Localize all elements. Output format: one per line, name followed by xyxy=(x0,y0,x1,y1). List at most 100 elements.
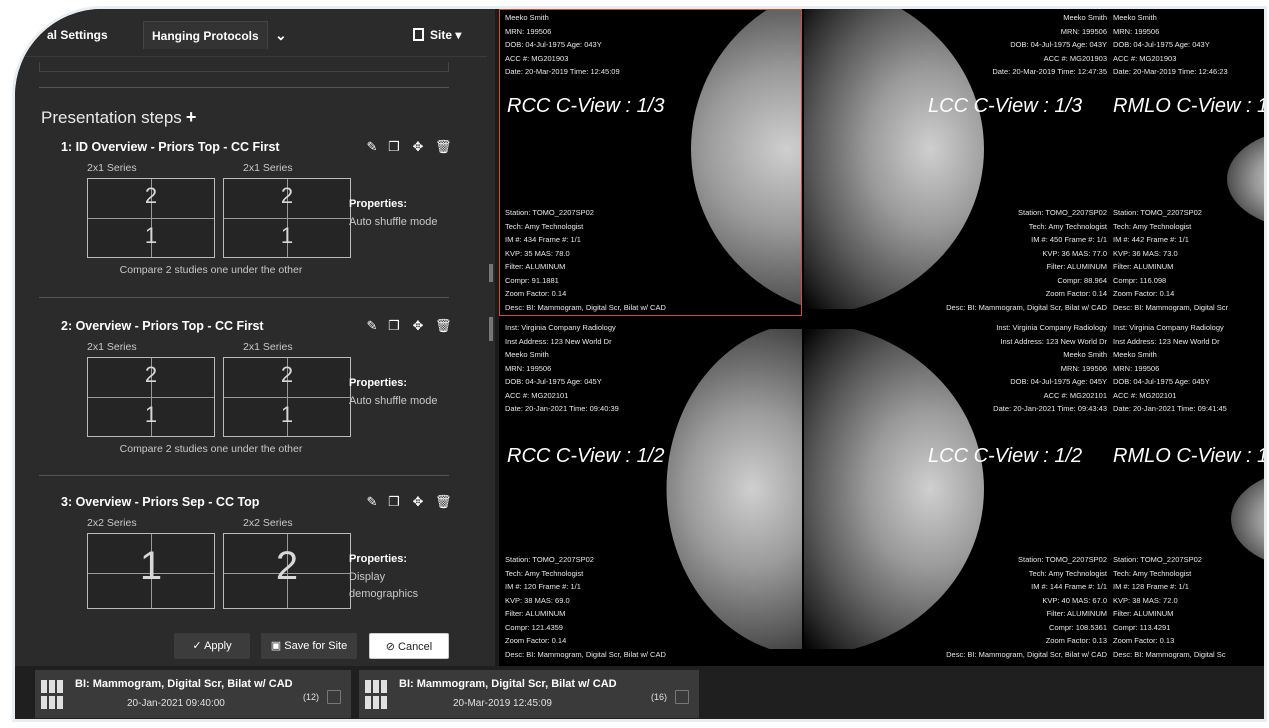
presentation-steps-title: Presentation steps xyxy=(41,108,182,127)
series-label: 2x2 Series xyxy=(243,517,293,529)
tab-general-settings[interactable]: al Settings xyxy=(39,21,116,49)
series-label: 2x1 Series xyxy=(87,341,137,353)
tab-hanging-protocols[interactable]: Hanging Protocols xyxy=(143,21,268,49)
presentation-step-1: 1: ID Overview - Priors Top - CC First ✎… xyxy=(61,140,453,290)
step-title: 1: ID Overview - Priors Top - CC First xyxy=(61,140,280,154)
image-count: (12) xyxy=(303,692,320,702)
viewport-rmlo-prior[interactable]: Meeko Smith MRN: 199506 DOB: 04-Jul-1975… xyxy=(1107,9,1267,317)
study-index: 2 xyxy=(280,183,294,208)
step-tools: ✎ ❐ ✥ 🗑 xyxy=(353,140,453,156)
layout-thumbnail[interactable]: 2 1 xyxy=(87,178,215,258)
save-icon: ▣ xyxy=(270,640,285,652)
study-card[interactable]: BI: Mammogram, Digital Scr, Bilat w/ CAD… xyxy=(359,670,699,718)
study-index: 1 xyxy=(144,223,158,248)
tab-content-frame xyxy=(39,62,449,72)
copy-icon[interactable]: ❐ xyxy=(387,140,401,154)
properties-text: Auto shuffle mode xyxy=(349,216,438,228)
copy-icon[interactable]: ❐ xyxy=(387,319,401,333)
selected-viewport-border xyxy=(499,9,802,316)
overlay-footer: Station: TOMO_2207SP02 Tech: Amy Technol… xyxy=(946,208,1107,312)
copy-icon[interactable]: ❐ xyxy=(387,495,401,509)
trash-icon[interactable]: 🗑 xyxy=(435,319,452,333)
layout-grid-icon xyxy=(365,680,391,710)
presentation-steps-heading: Presentation steps + xyxy=(41,107,196,128)
overlay-footer: Station: TOMO_2207SP02 Tech: Amy Technol… xyxy=(1113,208,1229,312)
scrollbar-thumb[interactable] xyxy=(489,264,493,282)
study-index: 2 xyxy=(144,183,158,208)
viewport-rmlo-current[interactable]: Inst: Virginia Company Radiology Inst Ad… xyxy=(1107,319,1267,666)
edit-icon[interactable]: ✎ xyxy=(365,495,379,509)
study-description: BI: Mammogram, Digital Scr, Bilat w/ CAD xyxy=(75,678,293,690)
edit-icon[interactable]: ✎ xyxy=(365,319,379,333)
save-icon[interactable] xyxy=(675,690,689,704)
view-title: RMLO C-View : 1 xyxy=(1113,95,1267,117)
layout-thumbnail[interactable]: 2 1 xyxy=(223,357,351,437)
splitter-handle[interactable] xyxy=(489,317,493,341)
step-title: 3: Overview - Priors Sep - CC Top xyxy=(61,495,260,509)
viewport-rcc-current[interactable]: Inst: Virginia Company Radiology Inst Ad… xyxy=(499,319,802,666)
layout-thumbnail[interactable]: 2 xyxy=(223,533,351,609)
series-label: 2x1 Series xyxy=(87,162,137,174)
move-icon[interactable]: ✥ xyxy=(411,319,425,333)
series-label: 2x1 Series xyxy=(243,341,293,353)
layout-thumbnail[interactable]: 2 1 xyxy=(223,178,351,258)
add-step-icon[interactable]: + xyxy=(186,107,197,127)
divider xyxy=(39,87,449,88)
screen-frame: al Settings Hanging Protocols ⌄ Site ▾ P… xyxy=(0,0,1269,728)
action-bar: ✓ Apply ▣ Save for Site ⊘ Cancel xyxy=(15,625,487,665)
building-icon xyxy=(413,28,424,41)
study-description: BI: Mammogram, Digital Scr, Bilat w/ CAD xyxy=(399,678,617,690)
presentation-step-2: 2: Overview - Priors Top - CC First ✎ ❐ … xyxy=(61,319,452,469)
chevron-down-icon[interactable]: ⌄ xyxy=(267,21,295,49)
study-index: 2 xyxy=(280,362,294,387)
presentation-step-3: 3: Overview - Priors Sep - CC Top ✎ ❐ ✥ … xyxy=(61,495,453,619)
study-index: 1 xyxy=(139,544,163,588)
overlay-header: Inst: Virginia Company Radiology Inst Ad… xyxy=(505,323,619,413)
edit-icon[interactable]: ✎ xyxy=(365,140,379,154)
series-label: 2x2 Series xyxy=(87,517,137,529)
overlay-header: Meeko Smith MRN: 199506 DOB: 04-Jul-1975… xyxy=(992,13,1107,76)
view-title: RMLO C-View : 1 xyxy=(1113,445,1267,467)
study-index: 1 xyxy=(280,402,294,427)
overlay-footer: Station: TOMO_2207SP02 Tech: Amy Technol… xyxy=(1113,555,1226,659)
save-for-site-label: Save for Site xyxy=(284,640,348,652)
layout-thumbnail[interactable]: 1 xyxy=(87,533,215,609)
image-viewer: Meeko Smith MRN: 199506 DOB: 04-Jul-1975… xyxy=(499,9,1267,666)
study-date: 20-Jan-2021 09:40:00 xyxy=(127,698,225,709)
apply-button[interactable]: ✓ Apply xyxy=(174,633,250,659)
save-icon[interactable] xyxy=(327,690,341,704)
study-card[interactable]: BI: Mammogram, Digital Scr, Bilat w/ CAD… xyxy=(35,670,351,718)
properties-label: Properties: xyxy=(349,198,408,210)
view-title: LCC C-View : 1/2 xyxy=(928,445,1083,467)
layout-thumbnail[interactable]: 2 1 xyxy=(87,357,215,437)
step-tools: ✎ ❐ ✥ 🗑 xyxy=(353,495,453,511)
view-title: LCC C-View : 1/3 xyxy=(928,95,1083,117)
move-icon[interactable]: ✥ xyxy=(411,140,425,154)
divider xyxy=(39,297,449,298)
application-window: al Settings Hanging Protocols ⌄ Site ▾ P… xyxy=(12,6,1267,722)
trash-icon[interactable]: 🗑 xyxy=(435,140,452,154)
study-index: 2 xyxy=(275,544,299,588)
overlay-header: Inst: Virginia Company Radiology Inst Ad… xyxy=(993,323,1107,413)
image-count: (16) xyxy=(651,692,668,702)
site-dropdown[interactable]: Site ▾ xyxy=(413,21,461,49)
study-index: 2 xyxy=(144,362,158,387)
save-for-site-button[interactable]: ▣ Save for Site xyxy=(261,633,357,659)
move-icon[interactable]: ✥ xyxy=(411,495,425,509)
overlay-header: Meeko Smith MRN: 199506 DOB: 04-Jul-1975… xyxy=(1113,13,1228,76)
mammogram-image xyxy=(1227,129,1264,229)
properties-label: Properties: xyxy=(349,377,408,389)
step-description: Compare 2 studies one under the other xyxy=(119,443,303,455)
panel-scrollbar[interactable] xyxy=(487,9,495,666)
series-label: 2x1 Series xyxy=(243,162,293,174)
properties-text: Auto shuffle mode xyxy=(349,395,438,407)
layout-grid-icon xyxy=(41,680,67,710)
study-index: 1 xyxy=(144,402,158,427)
step-title: 2: Overview - Priors Top - CC First xyxy=(61,319,264,333)
properties-label: Properties: xyxy=(349,553,408,565)
study-index: 1 xyxy=(280,223,294,248)
viewport-rcc-prior[interactable]: Meeko Smith MRN: 199506 DOB: 04-Jul-1975… xyxy=(499,9,802,317)
overlay-header: Inst: Virginia Company Radiology Inst Ad… xyxy=(1113,323,1227,413)
trash-icon[interactable]: 🗑 xyxy=(435,495,452,509)
cancel-button[interactable]: ⊘ Cancel xyxy=(369,633,449,659)
